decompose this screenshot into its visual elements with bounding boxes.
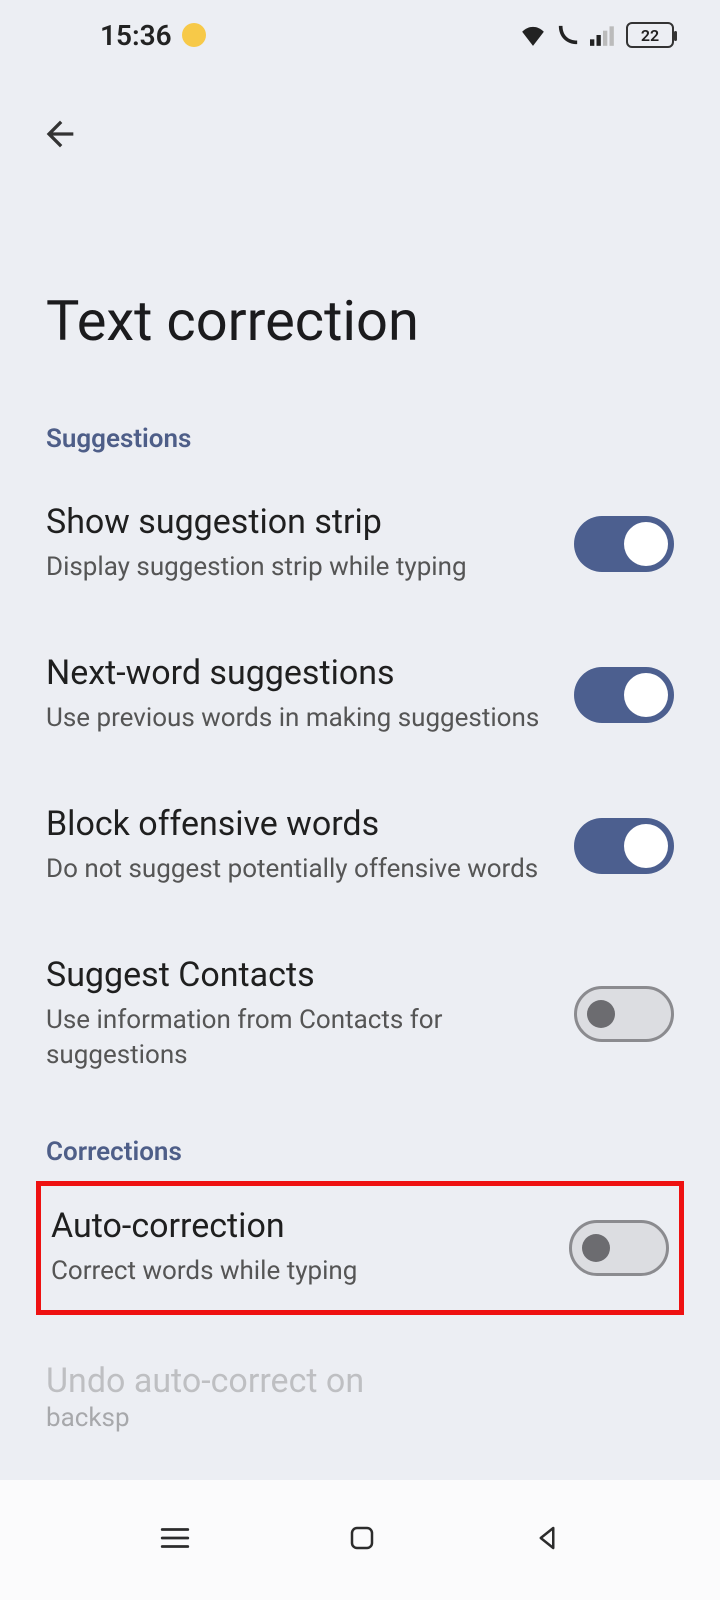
row-subtitle: backsp — [46, 1401, 674, 1436]
row-title: Auto-correction — [51, 1206, 545, 1246]
status-left: 15:36 — [100, 19, 206, 52]
row-auto-correction[interactable]: Auto-correction Correct words while typi… — [41, 1186, 679, 1309]
row-title: Block offensive words — [46, 804, 550, 844]
toggle-block-offensive-words[interactable] — [574, 818, 674, 874]
signal-icon — [590, 24, 616, 46]
row-text: Auto-correction Correct words while typi… — [51, 1206, 545, 1289]
back-button[interactable] — [36, 110, 84, 158]
navigation-bar — [0, 1480, 720, 1600]
row-text: Suggest Contacts Use information from Co… — [46, 955, 550, 1073]
section-label-corrections: Corrections — [0, 1107, 720, 1181]
toggle-next-word-suggestions[interactable] — [574, 667, 674, 723]
row-title: Suggest Contacts — [46, 955, 550, 995]
battery-icon: 22 — [626, 22, 674, 48]
highlight-box-auto-correction: Auto-correction Correct words while typi… — [36, 1181, 684, 1314]
row-text: Block offensive words Do not suggest pot… — [46, 804, 550, 887]
status-time: 15:36 — [100, 19, 172, 52]
notification-emoji-icon — [182, 23, 206, 47]
row-next-word-suggestions[interactable]: Next-word suggestions Use previous words… — [0, 619, 720, 770]
row-show-suggestion-strip[interactable]: Show suggestion strip Display suggestion… — [0, 468, 720, 619]
row-title: Next-word suggestions — [46, 653, 550, 693]
toggle-suggest-contacts[interactable] — [574, 986, 674, 1042]
row-subtitle: Use information from Contacts for sugges… — [46, 1003, 550, 1073]
back-row — [0, 70, 720, 158]
nav-home-icon[interactable] — [347, 1523, 377, 1557]
toggle-auto-correction[interactable] — [569, 1220, 669, 1276]
row-subtitle: Use previous words in making suggestions — [46, 701, 550, 736]
row-title: Show suggestion strip — [46, 502, 550, 542]
row-text: Next-word suggestions Use previous words… — [46, 653, 550, 736]
row-suggest-contacts[interactable]: Suggest Contacts Use information from Co… — [0, 921, 720, 1107]
row-title: Undo auto-correct on — [46, 1361, 674, 1401]
row-undo-auto-correct[interactable]: Undo auto-correct on backsp — [0, 1315, 720, 1436]
section-label-suggestions: Suggestions — [0, 394, 720, 468]
status-right: 22 — [520, 22, 674, 48]
row-subtitle: Correct words while typing — [51, 1254, 545, 1289]
nav-recent-icon[interactable] — [158, 1521, 192, 1559]
nav-back-icon[interactable] — [532, 1523, 562, 1557]
wifi-calling-icon — [556, 24, 580, 46]
row-subtitle: Display suggestion strip while typing — [46, 550, 550, 585]
battery-percent: 22 — [641, 26, 659, 45]
page-title: Text correction — [0, 158, 720, 394]
toggle-show-suggestion-strip[interactable] — [574, 516, 674, 572]
row-text: Show suggestion strip Display suggestion… — [46, 502, 550, 585]
row-block-offensive-words[interactable]: Block offensive words Do not suggest pot… — [0, 770, 720, 921]
row-subtitle: Do not suggest potentially offensive wor… — [46, 852, 550, 887]
wifi-icon — [520, 24, 546, 46]
status-bar: 15:36 22 — [0, 0, 720, 70]
